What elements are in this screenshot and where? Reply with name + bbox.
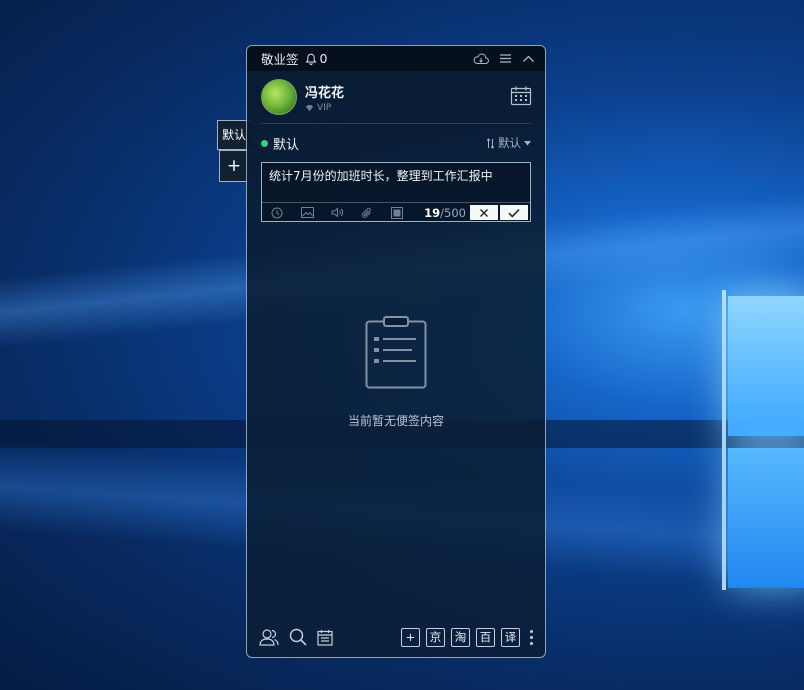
more-options-icon[interactable]: [530, 629, 533, 645]
windows-logo-edge: [722, 290, 726, 590]
title-bar[interactable]: 敬业签 0: [247, 46, 545, 71]
check-icon: [508, 208, 520, 218]
image-icon[interactable]: [292, 207, 322, 218]
shortcut-baidu-button[interactable]: 百: [476, 627, 495, 647]
shortcut-jd-button[interactable]: 京: [426, 627, 445, 647]
shortcut-taobao-button[interactable]: 淘: [451, 627, 470, 647]
audio-icon[interactable]: [322, 207, 352, 218]
vip-label: VIP: [317, 102, 332, 113]
category-name[interactable]: 默认: [273, 134, 299, 153]
vip-badge[interactable]: VIP: [305, 103, 344, 113]
search-icon[interactable]: [289, 628, 307, 646]
bottom-toolbar: + 京 淘 百 译: [247, 617, 545, 657]
notification-button[interactable]: 0: [305, 51, 328, 66]
user-info: 冯花花 VIP: [247, 71, 545, 123]
editor-toolbar: 19/500: [262, 202, 530, 222]
sort-dropdown[interactable]: 默认: [486, 135, 531, 151]
bell-icon: [305, 53, 317, 65]
attachment-icon[interactable]: [352, 207, 382, 219]
color-icon[interactable]: [382, 206, 412, 219]
collapse-chevron-icon[interactable]: [522, 54, 535, 63]
close-icon: [479, 208, 489, 218]
clipboard-icon: [365, 316, 427, 390]
menu-icon[interactable]: [499, 53, 512, 64]
windows-logo-pane: [728, 296, 804, 436]
empty-state: 当前暂无便签内容: [247, 316, 545, 429]
shortcut-translate-button[interactable]: 译: [501, 627, 520, 647]
note-input[interactable]: 统计7月份的加班时长，整理到工作汇报中: [262, 163, 530, 202]
category-status-dot: [261, 139, 268, 147]
cancel-button[interactable]: [470, 205, 498, 220]
caret-down-icon: [524, 140, 531, 146]
contacts-icon[interactable]: [259, 628, 279, 646]
user-name: 冯花花: [305, 85, 345, 101]
cloud-sync-icon[interactable]: [473, 53, 489, 65]
app-title: 敬业签: [261, 52, 299, 67]
char-limit: /500: [440, 205, 466, 220]
avatar[interactable]: [261, 79, 297, 115]
note-editor[interactable]: 统计7月份的加班时长，整理到工作汇报中 19/500: [261, 162, 531, 222]
char-counter: 19/500: [424, 206, 466, 220]
calendar-icon[interactable]: [510, 85, 532, 107]
calendar-icon[interactable]: [317, 629, 333, 646]
windows-logo-pane: [728, 448, 804, 588]
shortcut-add-button[interactable]: +: [401, 627, 420, 647]
category-header: 默认 默认: [247, 124, 545, 162]
notification-count: 0: [319, 51, 328, 66]
clock-icon[interactable]: [262, 207, 292, 219]
diamond-icon: [305, 104, 314, 112]
sort-label: 默认: [498, 136, 521, 150]
notes-panel: 敬业签 0 冯花花 VIP 默认 默认 统计7月份的加班时长，整理到工作汇报中 …: [246, 45, 546, 658]
side-tab-add[interactable]: +: [219, 150, 248, 182]
sort-arrows-icon: [486, 137, 495, 149]
confirm-button[interactable]: [500, 205, 528, 220]
empty-message: 当前暂无便签内容: [347, 414, 444, 428]
char-count: 19: [424, 205, 441, 220]
